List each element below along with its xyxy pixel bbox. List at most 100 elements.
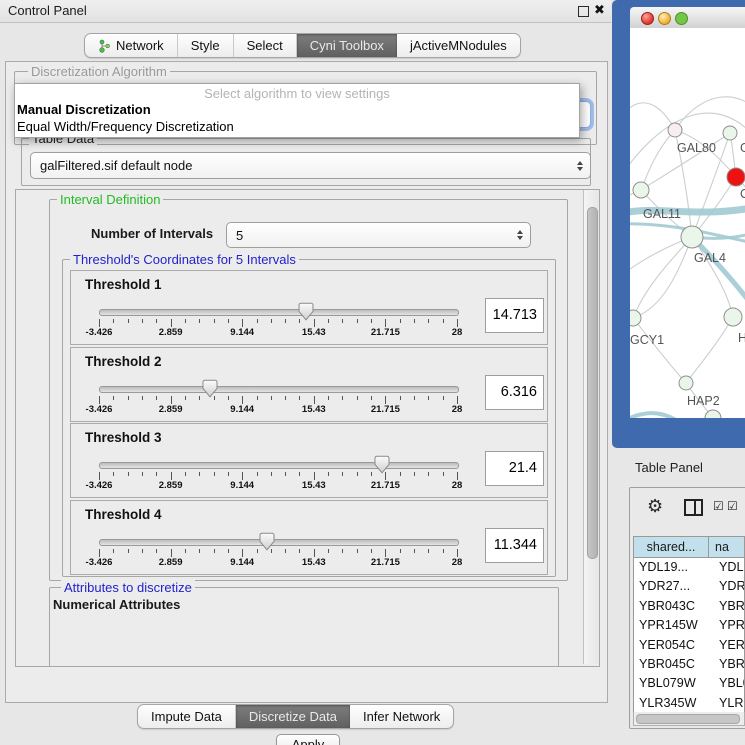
scrollbar-thumb[interactable] xyxy=(636,714,740,724)
network-node[interactable] xyxy=(630,310,641,326)
network-edge[interactable] xyxy=(633,237,692,318)
cell-name: YER0 xyxy=(713,636,744,655)
tab-impute-data[interactable]: Impute Data xyxy=(138,705,236,728)
scrollbar-thumb[interactable] xyxy=(587,207,598,559)
slider-handle[interactable] xyxy=(259,532,275,551)
network-node[interactable] xyxy=(633,182,649,198)
tab-label: Select xyxy=(247,38,283,53)
scale-tick-label: 9.144 xyxy=(230,404,254,415)
table-row[interactable]: YBR045CYBR0 xyxy=(634,655,744,674)
float-window-icon[interactable] xyxy=(578,6,589,17)
network-window-titlebar[interactable] xyxy=(630,7,745,29)
cell-name: YBR0 xyxy=(713,655,744,674)
slider-handle[interactable] xyxy=(374,455,390,474)
cell-shared-name: YBR045C xyxy=(634,655,713,674)
network-edge[interactable] xyxy=(633,318,686,383)
table-data-selected: galFiltered.sif default node xyxy=(40,158,192,173)
table-row[interactable]: YLR345WYLR3 xyxy=(634,694,744,713)
cell-shared-name: YER054C xyxy=(634,636,713,655)
threshold-slider-track[interactable] xyxy=(99,462,459,469)
application-window: Control Panel ✖ Network Style Select Cyni T… xyxy=(0,0,745,745)
tab-jactivemnodules[interactable]: jActiveMNodules xyxy=(397,34,520,57)
table-panel: ⚙ ☑ ☑ shared... na YDL19...YDL1YDR27...Y… xyxy=(629,487,745,729)
group-label: Discretization Algorithm xyxy=(28,64,170,79)
threshold-slider-track[interactable] xyxy=(99,539,459,546)
node-label: H xyxy=(738,331,745,345)
slider-handle[interactable] xyxy=(298,302,314,321)
scale-tick-label: 28 xyxy=(452,404,463,415)
threshold-slider-track[interactable] xyxy=(99,309,459,316)
close-traffic-light-icon[interactable] xyxy=(641,12,654,25)
tab-label: Style xyxy=(191,38,220,53)
threshold-slider-track[interactable] xyxy=(99,386,459,393)
node-label: GAL11 xyxy=(643,207,681,221)
vertical-scrollbar[interactable] xyxy=(583,190,599,664)
network-edge[interactable] xyxy=(633,237,692,318)
combobox-arrows-icon xyxy=(577,161,583,171)
threshold-label: Threshold 1 xyxy=(85,277,162,292)
threshold-value-field[interactable]: 11.344 xyxy=(485,528,544,563)
cell-shared-name: YLR345W xyxy=(634,694,713,713)
threshold-value-field[interactable]: 21.4 xyxy=(485,451,544,486)
scale-tick-label: 15.43 xyxy=(302,557,326,568)
slider-ticks xyxy=(99,396,457,404)
table-row[interactable]: YDL19...YDL1 xyxy=(634,558,744,577)
zoom-traffic-light-icon[interactable] xyxy=(675,12,688,25)
numerical-attributes-label: Numerical Attributes xyxy=(53,597,180,612)
table-row[interactable]: YBL079WYBL0 xyxy=(634,674,744,693)
column-checkbox-icon[interactable]: ☑ xyxy=(713,499,724,513)
close-icon[interactable]: ✖ xyxy=(594,2,605,18)
popup-option-equal-width[interactable]: Equal Width/Frequency Discretization xyxy=(17,119,234,134)
table-row[interactable]: YBR043CYBR0 xyxy=(634,597,744,616)
slider-scale-labels: -3.4262.8599.14415.4321.71528 xyxy=(99,404,457,416)
horizontal-scrollbar[interactable] xyxy=(633,712,745,726)
tab-network[interactable]: Network xyxy=(85,34,178,57)
network-node[interactable] xyxy=(668,123,682,137)
algorithm-dropdown-popup: Select algorithm to view settings Manual… xyxy=(14,83,580,138)
control-panel-titlebar: Control Panel ✖ xyxy=(0,0,611,23)
network-node[interactable] xyxy=(723,126,737,140)
tab-discretize-data[interactable]: Discretize Data xyxy=(236,705,350,728)
table-row[interactable]: YER054CYER0 xyxy=(634,636,744,655)
slider-handle[interactable] xyxy=(202,379,218,398)
settings-gear-icon[interactable]: ⚙ xyxy=(647,496,663,516)
network-edge-highlighted[interactable] xyxy=(692,237,745,313)
tab-infer-network[interactable]: Infer Network xyxy=(350,705,453,728)
network-node[interactable] xyxy=(681,226,703,248)
table-row[interactable]: YDR27...YDR2 xyxy=(634,577,744,596)
thresholds-group: Threshold's Coordinates for 5 Intervals … xyxy=(62,259,556,577)
network-edge[interactable] xyxy=(641,130,675,190)
network-node[interactable] xyxy=(727,168,745,186)
threshold-value-field[interactable]: 6.316 xyxy=(485,375,544,410)
network-edge[interactable] xyxy=(686,317,733,383)
tab-style[interactable]: Style xyxy=(178,34,234,57)
network-node[interactable] xyxy=(679,376,693,390)
num-intervals-combobox[interactable]: 5 xyxy=(226,222,531,248)
popup-option-manual[interactable]: Manual Discretization xyxy=(17,102,151,117)
column-checkbox-icon[interactable]: ☑ xyxy=(727,499,738,513)
scale-tick-label: 15.43 xyxy=(302,480,326,491)
table-data-combobox[interactable]: galFiltered.sif default node xyxy=(30,152,591,179)
split-view-icon[interactable] xyxy=(684,499,703,516)
network-node[interactable] xyxy=(724,308,742,326)
network-edge-highlighted[interactable] xyxy=(630,413,685,418)
threshold-value-field[interactable]: 14.713 xyxy=(485,298,544,333)
node-label: C xyxy=(740,187,745,201)
tab-label: Impute Data xyxy=(151,709,222,724)
node-attribute-table: shared... na YDL19...YDL1YDR27...YDR2YBR… xyxy=(633,536,745,714)
tab-label: Discretize Data xyxy=(249,709,337,724)
table-header: shared... na xyxy=(634,537,744,558)
cell-name: YBR0 xyxy=(713,597,744,616)
column-header-shared[interactable]: shared... xyxy=(634,537,709,557)
apply-button[interactable]: Apply xyxy=(276,734,340,745)
scale-tick-label: 28 xyxy=(452,327,463,338)
settings-scroll-pane: Interval Definition Number of Intervals … xyxy=(15,189,600,667)
threshold-panel: Threshold 3-3.4262.8599.14415.4321.71528… xyxy=(70,423,548,498)
column-header-name[interactable]: na xyxy=(709,537,744,557)
minimize-traffic-light-icon[interactable] xyxy=(658,12,671,25)
table-row[interactable]: YPR145WYPR1 xyxy=(634,616,744,635)
tab-cyni-toolbox[interactable]: Cyni Toolbox xyxy=(297,34,397,57)
network-canvas[interactable]: GAL80GAL11GAL4GCY1HAP2GACH xyxy=(630,28,745,418)
tab-select[interactable]: Select xyxy=(234,34,297,57)
group-label: Attributes to discretize xyxy=(61,580,195,595)
